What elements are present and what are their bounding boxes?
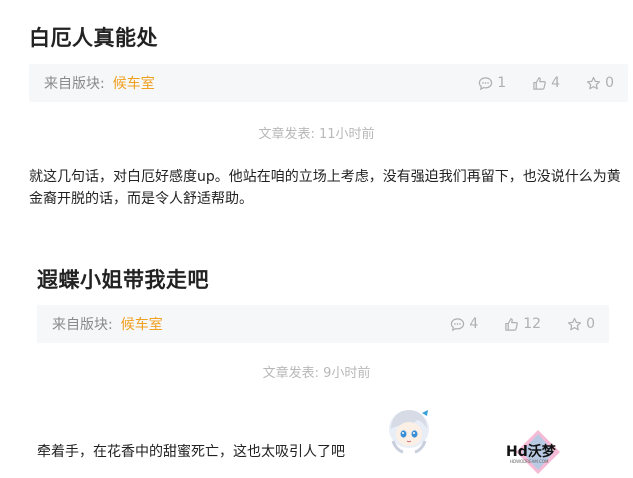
- hdwodream-logo: Hd沃梦 HDWODREAM.COM: [506, 430, 560, 474]
- from-board-label: 来自版块:: [44, 76, 105, 92]
- comment-icon: [479, 76, 493, 90]
- comment-count-value: 1: [497, 75, 507, 91]
- comment-count-value: 4: [469, 316, 479, 332]
- board-link[interactable]: 候车室: [113, 73, 155, 93]
- favorite-count[interactable]: 0: [567, 316, 595, 332]
- star-icon: [567, 317, 582, 330]
- like-count-value: 12: [523, 316, 542, 332]
- thumbs-up-icon: [505, 317, 519, 331]
- comment-count[interactable]: 4: [450, 316, 478, 332]
- post-stats: 4 12 0: [450, 316, 609, 332]
- like-count[interactable]: 4: [532, 75, 560, 91]
- board-link[interactable]: 候车室: [121, 314, 163, 334]
- anime-avatar-sticker: [389, 410, 429, 454]
- post-stats: 1 4 0: [478, 75, 628, 91]
- post-meta-bar: 来自版块: 候车室 1 4 0: [29, 64, 628, 102]
- favorite-count-value: 0: [586, 316, 595, 332]
- star-icon: [586, 76, 601, 89]
- post-body: 牵着手，在花香中的甜蜜死亡，这也太吸引人了吧: [37, 444, 345, 460]
- page: 白厄人真能处 来自版块: 候车室 1 4 0 文章发表: 11小时前 就这几句话…: [0, 0, 633, 478]
- like-count[interactable]: 12: [504, 316, 541, 332]
- post-timestamp: 文章发表: 11小时前: [258, 127, 375, 142]
- post-body: 就这几句话，对白厄好感度up。他站在咱的立场上考虑，没有强迫我们再留下，也没说什…: [29, 169, 621, 207]
- favorite-count-value: 0: [605, 75, 614, 91]
- post-title[interactable]: 遐蝶小姐带我走吧: [37, 264, 209, 294]
- logo-text: Hd沃梦: [506, 443, 557, 460]
- post-meta-bar: 来自版块: 候车室 4 12 0: [37, 305, 609, 343]
- like-count-value: 4: [551, 75, 561, 91]
- post-timestamp: 文章发表: 9小时前: [262, 366, 371, 381]
- post-title[interactable]: 白厄人真能处: [29, 22, 158, 52]
- comment-icon: [451, 317, 465, 331]
- comment-count[interactable]: 1: [478, 75, 506, 91]
- thumbs-up-icon: [533, 76, 547, 90]
- from-board-label: 来自版块:: [52, 317, 113, 333]
- logo-subtext: HDWODREAM.COM: [510, 459, 549, 464]
- favorite-count[interactable]: 0: [586, 75, 614, 91]
